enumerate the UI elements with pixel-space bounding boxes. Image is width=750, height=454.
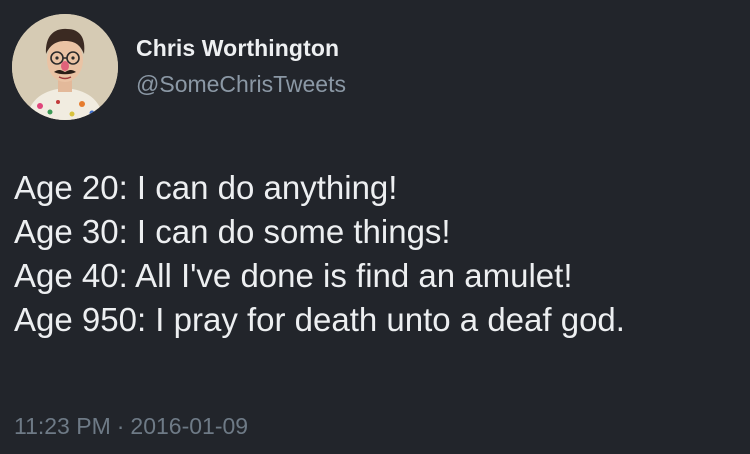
tweet-line-2: Age 30: I can do some things! [14,213,451,250]
tweet-time: 11:23 PM [14,413,111,439]
tweet-author: Chris Worthington @SomeChrisTweets [136,34,346,98]
avatar[interactable] [12,14,118,120]
tweet-card: Chris Worthington @SomeChrisTweets Age 2… [0,0,750,454]
tweet-line-1: Age 20: I can do anything! [14,169,398,206]
tweet-line-4: Age 950: I pray for death unto a deaf go… [14,301,625,338]
tweet-text: Age 20: I can do anything! Age 30: I can… [14,166,739,342]
user-handle[interactable]: @SomeChrisTweets [136,70,346,98]
avatar-illustration [12,14,118,120]
display-name[interactable]: Chris Worthington [136,34,346,62]
tweet-line-3: Age 40: All I've done is find an amulet! [14,257,573,294]
tweet-timestamp[interactable]: 11:23 PM · 2016-01-09 [14,413,248,440]
tweet-date: 2016-01-09 [130,413,249,439]
meta-separator: · [116,413,125,439]
